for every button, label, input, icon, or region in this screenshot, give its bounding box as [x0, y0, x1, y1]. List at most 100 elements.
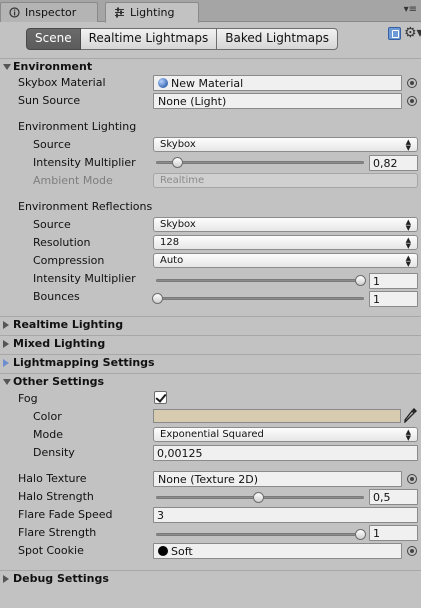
window-menu-icon[interactable]: ▾≡ — [404, 4, 417, 15]
fog-color-swatch[interactable] — [153, 409, 401, 423]
object-picker-icon[interactable] — [407, 78, 417, 88]
texture-dot-icon — [158, 546, 168, 556]
flare-fade-speed-label: Flare Fade Speed — [18, 508, 113, 521]
foldout-open-icon[interactable] — [3, 64, 11, 70]
compression-label: Compression — [33, 254, 105, 267]
bounces-slider-thumb[interactable] — [152, 293, 163, 304]
settings-gear-icon[interactable]: ⚙▾ — [404, 25, 421, 41]
spot-cookie-label: Spot Cookie — [18, 544, 84, 557]
dropdown-arrows-icon: ▲ ▼ — [405, 235, 411, 250]
resolution-value: 128 — [160, 237, 180, 248]
lighting-intensity-slider-thumb[interactable] — [172, 157, 183, 168]
section-mixed-lighting-label: Mixed Lighting — [13, 337, 106, 350]
flare-fade-speed-field[interactable]: 3 — [153, 507, 418, 523]
reflections-intensity-slider-thumb[interactable] — [355, 275, 366, 286]
flare-strength-field[interactable]: 1 — [369, 525, 418, 541]
foldout-closed-icon[interactable] — [3, 359, 9, 367]
halo-strength-value: 0,5 — [373, 490, 391, 504]
reflections-intensity-field[interactable]: 1 — [369, 273, 418, 289]
halo-texture-field[interactable]: None (Texture 2D) — [153, 471, 402, 487]
resolution-dropdown[interactable]: 128 ▲ ▼ — [153, 235, 418, 250]
halo-strength-slider-thumb[interactable] — [253, 492, 264, 503]
flare-strength-slider-thumb[interactable] — [355, 529, 366, 540]
sun-source-field[interactable]: None (Light) — [153, 93, 402, 109]
tab-inspector-label: Inspector — [25, 6, 77, 19]
reflections-intensity-slider-track[interactable] — [156, 279, 364, 282]
lighting-source-label: Source — [33, 138, 71, 151]
flare-strength-value: 1 — [373, 526, 380, 540]
info-icon — [9, 7, 20, 18]
spot-cookie-field[interactable]: Soft — [153, 543, 402, 559]
foldout-closed-icon[interactable] — [3, 340, 9, 348]
reflections-intensity-value: 1 — [373, 274, 380, 288]
fog-color-label: Color — [33, 410, 62, 423]
lighting-mode-tabs: Scene Realtime Lightmaps Baked Lightmaps — [26, 28, 339, 50]
reflections-source-value: Skybox — [160, 219, 196, 230]
lighting-source-dropdown[interactable]: Skybox ▲ ▼ — [153, 137, 418, 152]
spot-cookie-value: Soft — [171, 544, 193, 558]
fog-checkbox[interactable] — [154, 391, 167, 404]
fog-density-field[interactable]: 0,00125 — [153, 445, 418, 461]
compression-dropdown[interactable]: Auto ▲ ▼ — [153, 253, 418, 268]
halo-texture-value: None (Texture 2D) — [158, 472, 259, 486]
lighting-sliders-icon — [114, 7, 125, 18]
tab-inspector[interactable]: Inspector — [0, 2, 98, 22]
foldout-closed-icon[interactable] — [3, 575, 9, 583]
eyedropper-icon[interactable] — [404, 407, 418, 426]
sun-source-value: None (Light) — [158, 94, 227, 108]
bounces-field[interactable]: 1 — [369, 291, 418, 307]
tab-lighting-label: Lighting — [130, 6, 175, 19]
lighting-intensity-value: 0,82 — [373, 156, 398, 170]
dropdown-arrows-icon: ▲ ▼ — [405, 137, 411, 152]
foldout-closed-icon[interactable] — [3, 321, 9, 329]
object-picker-icon[interactable] — [407, 96, 417, 106]
lighting-intensity-label: Intensity Multiplier — [33, 156, 136, 169]
fog-mode-label: Mode — [33, 428, 63, 441]
fog-density-value: 0,00125 — [157, 446, 203, 460]
dropdown-arrows-icon: ▲ ▼ — [405, 217, 411, 232]
mode-tab-baked-lightmaps[interactable]: Baked Lightmaps — [217, 28, 339, 50]
ambient-mode-label: Ambient Mode — [33, 174, 113, 187]
lighting-intensity-field[interactable]: 0,82 — [369, 155, 418, 171]
environment-lighting-header: Environment Lighting — [18, 120, 137, 133]
flare-fade-speed-value: 3 — [157, 508, 164, 522]
flare-strength-slider-track[interactable] — [156, 533, 364, 536]
fog-mode-dropdown[interactable]: Exponential Squared ▲ ▼ — [153, 427, 418, 442]
section-environment-label: Environment — [13, 60, 93, 73]
section-other-settings-label: Other Settings — [13, 375, 105, 388]
bounces-slider-track[interactable] — [156, 297, 364, 300]
ambient-mode-dropdown: Realtime — [153, 173, 418, 188]
skybox-material-field[interactable]: New Material — [153, 75, 402, 91]
sun-source-label: Sun Source — [18, 94, 81, 107]
dropdown-arrows-icon: ▲ ▼ — [405, 253, 411, 268]
halo-strength-field[interactable]: 0,5 — [369, 489, 418, 505]
reflections-intensity-label: Intensity Multiplier — [33, 272, 136, 285]
section-lightmapping-settings-label: Lightmapping Settings — [13, 356, 155, 369]
fog-mode-value: Exponential Squared — [160, 429, 264, 440]
halo-strength-label: Halo Strength — [18, 490, 94, 503]
reflections-source-label: Source — [33, 218, 71, 231]
object-picker-icon[interactable] — [407, 474, 417, 484]
environment-reflections-header: Environment Reflections — [18, 200, 153, 213]
resolution-label: Resolution — [33, 236, 91, 249]
fog-label: Fog — [18, 392, 38, 405]
help-book-icon[interactable] — [388, 27, 401, 40]
material-sphere-icon — [158, 78, 168, 88]
object-picker-icon[interactable] — [407, 546, 417, 556]
lighting-intensity-slider-track[interactable] — [156, 161, 364, 164]
section-realtime-lighting-label: Realtime Lighting — [13, 318, 124, 331]
compression-value: Auto — [160, 255, 184, 266]
lighting-source-value: Skybox — [160, 139, 196, 150]
bounces-label: Bounces — [33, 290, 80, 303]
ambient-mode-value: Realtime — [160, 175, 205, 186]
mode-tab-scene[interactable]: Scene — [26, 28, 81, 50]
tab-lighting[interactable]: Lighting — [105, 2, 199, 23]
skybox-material-label: Skybox Material — [18, 76, 106, 89]
section-debug-settings-label: Debug Settings — [13, 572, 109, 585]
flare-strength-label: Flare Strength — [18, 526, 97, 539]
reflections-source-dropdown[interactable]: Skybox ▲ ▼ — [153, 217, 418, 232]
foldout-open-icon[interactable] — [3, 379, 11, 385]
mode-tab-realtime-lightmaps[interactable]: Realtime Lightmaps — [80, 28, 218, 50]
halo-texture-label: Halo Texture — [18, 472, 87, 485]
dropdown-arrows-icon: ▲ ▼ — [405, 427, 411, 442]
